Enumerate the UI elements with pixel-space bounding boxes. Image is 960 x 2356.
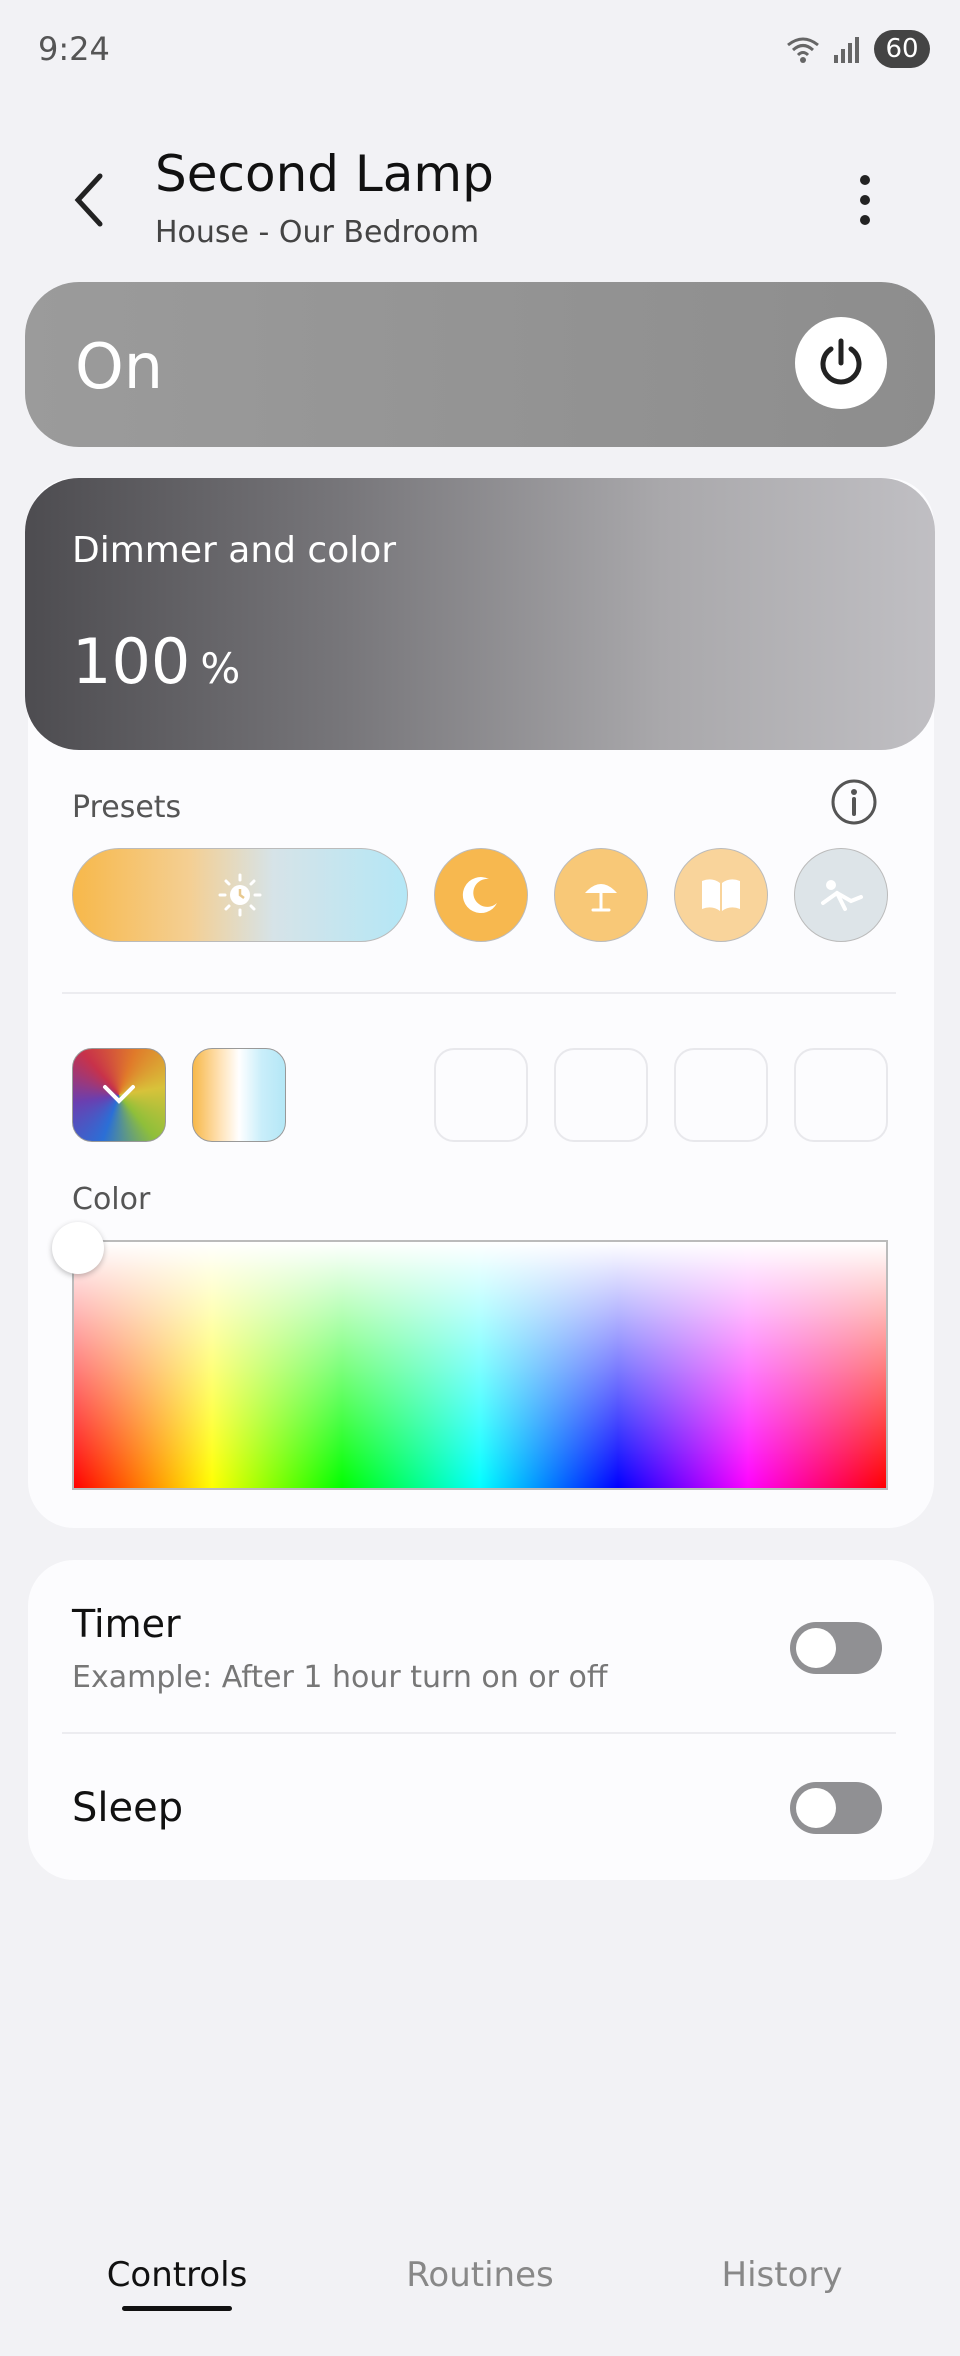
chevron-down-icon	[103, 1085, 135, 1104]
color-picker-field[interactable]	[72, 1240, 888, 1490]
preset-reading[interactable]	[674, 848, 768, 942]
dimmer-value-unit: %	[200, 644, 241, 693]
wifi-icon	[787, 37, 819, 63]
presets-label: Presets	[72, 790, 182, 825]
sleep-toggle-knob	[796, 1788, 836, 1828]
preset-night[interactable]	[434, 848, 528, 942]
status-icons: 60	[786, 30, 930, 68]
power-state-label: On	[75, 330, 164, 403]
presets-divider	[62, 992, 896, 994]
dimmer-slider[interactable]	[25, 478, 935, 750]
relax-person-icon	[821, 880, 863, 911]
tab-history[interactable]: History	[682, 2255, 882, 2295]
preset-daylight[interactable]	[72, 848, 408, 942]
dimmer-label: Dimmer and color	[72, 530, 397, 571]
signal-icon	[834, 37, 859, 63]
book-icon	[702, 879, 740, 911]
battery-indicator: 60	[874, 30, 930, 68]
status-time: 9:24	[38, 30, 110, 68]
active-tab-indicator	[122, 2306, 232, 2311]
timer-title: Timer	[72, 1602, 181, 1646]
timer-toggle[interactable]	[790, 1622, 882, 1674]
page-title: Second Lamp	[155, 145, 494, 203]
color-label: Color	[72, 1182, 151, 1217]
custom-color-slot-3[interactable]	[674, 1048, 768, 1142]
more-options-icon[interactable]	[855, 170, 875, 230]
schedule-divider	[62, 1732, 896, 1734]
timer-subtitle: Example: After 1 hour turn on or off	[72, 1660, 608, 1695]
back-arrow-icon[interactable]	[70, 170, 110, 230]
color-picker-handle[interactable]	[52, 1222, 104, 1274]
power-icon	[820, 338, 862, 385]
sleep-toggle[interactable]	[790, 1782, 882, 1834]
power-button[interactable]	[795, 317, 887, 409]
page-subtitle: House - Our Bedroom	[155, 215, 480, 250]
sleep-title: Sleep	[72, 1785, 184, 1831]
tab-controls[interactable]: Controls	[77, 2255, 277, 2295]
custom-color-slot-2[interactable]	[554, 1048, 648, 1142]
custom-color-slot-1[interactable]	[434, 1048, 528, 1142]
dimmer-value-number: 100	[72, 625, 191, 698]
timer-toggle-knob	[796, 1628, 836, 1668]
custom-color-slot-4[interactable]	[794, 1048, 888, 1142]
white-temperature-swatch[interactable]	[192, 1048, 286, 1142]
moon-icon	[462, 877, 497, 914]
tab-routines[interactable]: Routines	[380, 2255, 580, 2295]
info-icon[interactable]	[830, 778, 878, 826]
sun-clock-icon	[218, 873, 262, 917]
preset-lamp[interactable]	[554, 848, 648, 942]
preset-relax[interactable]	[794, 848, 888, 942]
dimmer-value: 100%	[72, 625, 240, 698]
table-lamp-icon	[585, 884, 617, 912]
color-wheel-swatch[interactable]	[72, 1048, 166, 1142]
